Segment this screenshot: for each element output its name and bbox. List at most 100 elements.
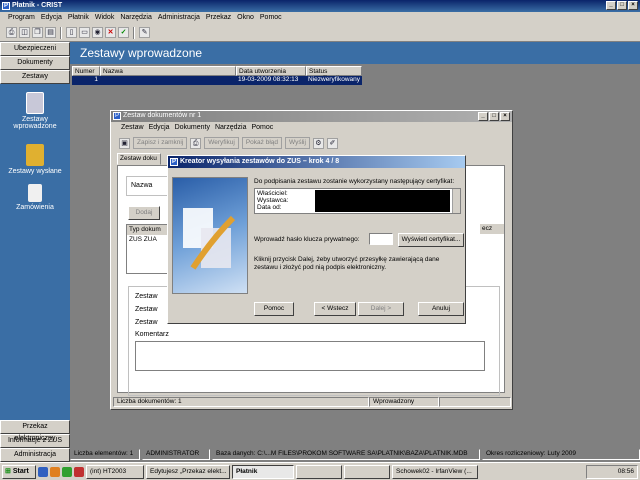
menu-pomoc[interactable]: Pomoc <box>260 14 282 24</box>
paste-icon[interactable]: ▤ <box>45 27 56 38</box>
password-label: Wprowadź hasło klucza prywatnego: <box>254 236 360 243</box>
set-minimize-button[interactable]: _ <box>478 112 488 121</box>
set-menu-dokumenty[interactable]: Dokumenty <box>175 124 210 134</box>
col-data[interactable]: Data utworzenia <box>236 66 306 76</box>
new-icon[interactable]: ▯ <box>66 27 77 38</box>
right-col-header[interactable]: ecz <box>480 224 504 234</box>
show-error-button[interactable]: Pokaż błąd <box>241 137 283 149</box>
set-window-titlebar: P Zestaw dokumentów nr 1 _ □ × <box>111 111 512 122</box>
quicklaunch-icon[interactable] <box>62 466 72 477</box>
cancel-button[interactable]: Anuluj <box>418 302 464 316</box>
firefox-icon[interactable] <box>50 466 60 477</box>
next-button[interactable]: Dalej > <box>358 302 404 316</box>
minimize-button[interactable]: _ <box>606 1 616 10</box>
help-button[interactable]: Pomoc <box>254 302 294 316</box>
save-close-button[interactable]: Zapisz i zamknij <box>133 137 188 149</box>
sidebar-item-zamowienia[interactable]: Zamówienia <box>0 184 70 211</box>
send-button[interactable]: Wyślij <box>285 137 310 149</box>
row-data[interactable]: 19-03-2009 08:32:13 <box>236 76 306 85</box>
opera-icon[interactable] <box>74 466 84 477</box>
menu-program[interactable]: Program <box>8 14 35 24</box>
menu-administracja[interactable]: Administracja <box>158 14 200 24</box>
toolbar-separator <box>133 27 135 39</box>
show-certificate-button[interactable]: Wyświetl certyfikat... <box>398 233 464 247</box>
redacted-block <box>315 190 450 212</box>
menu-okno[interactable]: Okno <box>237 14 254 24</box>
sidebar-dokumenty[interactable]: Dokumenty <box>0 56 70 70</box>
toolbar-separator <box>60 27 62 39</box>
set-menu-edycja[interactable]: Edycja <box>149 124 170 134</box>
edit-icon[interactable]: ✎ <box>139 27 150 38</box>
doc-count: Liczba dokumentów: 1 <box>113 397 369 407</box>
verify-button[interactable]: Weryfikuj <box>204 137 239 149</box>
task-blank-1[interactable] <box>296 464 342 479</box>
maximize-button[interactable]: □ <box>617 1 627 10</box>
certificate-box: Właściciel: Wystawca: Data od: <box>254 188 461 214</box>
task-irfanview[interactable]: Schowek02 - IrfanView (... <box>392 464 478 479</box>
sidebar-przekaz[interactable]: Przekaz elektroniczny <box>0 420 70 442</box>
menu-edycja[interactable]: Edycja <box>41 14 62 24</box>
sidebar-ubezpieczeni[interactable]: Ubezpieczeni <box>0 42 70 56</box>
open-icon[interactable]: ▭ <box>79 27 90 38</box>
col-numer[interactable]: Numer <box>72 66 100 76</box>
back-button[interactable]: < Wstecz <box>314 302 356 316</box>
col-nazwa[interactable]: Nazwa <box>100 66 236 76</box>
preview-icon[interactable]: ◫ <box>19 27 30 38</box>
eraser-icon[interactable]: ✐ <box>326 137 338 149</box>
print-icon[interactable]: ⎙ <box>190 137 202 149</box>
sidebar-item-zestawy-wyslane[interactable]: Zestawy wysłane <box>0 144 70 175</box>
app-statusbar: Liczba elementów: 1 ADMINISTRATOR Baza d… <box>70 448 640 460</box>
view-icon[interactable]: ◉ <box>92 27 103 38</box>
menu-narzedzia[interactable]: Narzędzia <box>120 14 152 24</box>
tools-icon[interactable]: ⚙ <box>312 137 324 149</box>
clock[interactable]: 08:56 <box>618 468 634 475</box>
check-icon[interactable]: ✓ <box>118 27 129 38</box>
desktop-icon[interactable] <box>38 466 48 477</box>
set-menu-zestaw[interactable]: Zestaw <box>121 124 144 134</box>
wizard-intro: Do podpisania zestawu zostanie wykorzyst… <box>254 178 455 185</box>
set-close-button[interactable]: × <box>500 112 510 121</box>
name-label: Nazwa <box>131 182 153 189</box>
set-menu-narzedzia[interactable]: Narzędzia <box>215 124 247 134</box>
add-button[interactable]: Dodaj <box>128 206 160 220</box>
save-icon[interactable]: ▣ <box>119 137 130 149</box>
page-title: Zestawy wprowadzone <box>70 42 640 64</box>
row-status[interactable]: Niezweryfikowany <box>306 76 362 85</box>
comment-label: Komentarz <box>135 331 169 338</box>
status-period: Okres rozliczeniowy: Luty 2009 <box>482 449 640 460</box>
cert-scrollbar[interactable] <box>452 189 460 213</box>
task-platnik[interactable]: Płatnik <box>232 464 294 479</box>
col-status[interactable]: Status weryfikacji <box>306 66 362 82</box>
task-edytujesz[interactable]: Edytujesz „Przekaz elekt... <box>146 464 230 479</box>
app-icon: P <box>2 2 10 10</box>
wizard-titlebar: P Kreator wysyłania zestawów do ZUS – kr… <box>168 156 465 168</box>
delete-icon[interactable]: ✕ <box>105 27 116 38</box>
sidebar-informacje[interactable]: Informacje z ZUS <box>0 434 70 448</box>
set-status-empty <box>439 397 511 407</box>
menu-platnik[interactable]: Płatnik <box>68 14 89 24</box>
row-nazwa[interactable] <box>100 76 236 85</box>
set-menu-pomoc[interactable]: Pomoc <box>252 124 274 134</box>
sidebar-bottom: Przekaz elektroniczny Informacje z ZUS A… <box>0 420 70 462</box>
wizard-icon: P <box>170 158 178 166</box>
close-button[interactable]: × <box>628 1 638 10</box>
copy-icon[interactable]: ❐ <box>32 27 43 38</box>
task-blank-2[interactable] <box>344 464 390 479</box>
sidebar-zestawy[interactable]: Zestawy <box>0 70 70 84</box>
password-input[interactable] <box>369 233 393 245</box>
comment-field[interactable] <box>135 341 485 371</box>
system-tray: 08:56 <box>586 465 638 479</box>
menu-przekaz[interactable]: Przekaz <box>206 14 231 24</box>
set-maximize-button[interactable]: □ <box>489 112 499 121</box>
menu-widok[interactable]: Widok <box>95 14 114 24</box>
start-button[interactable]: ⊞ Start <box>2 464 36 479</box>
sidebar-item-zestawy-wprowadzone[interactable]: Zestawy wprowadzone <box>0 92 70 130</box>
task-ht2003[interactable]: (int) HT2003 <box>86 464 144 479</box>
row-numer[interactable]: 1 <box>72 76 100 85</box>
sidebar-administracja[interactable]: Administracja <box>0 448 70 462</box>
print-icon[interactable]: ⎙ <box>6 27 17 38</box>
zestaw-label-3: Zestaw <box>135 319 158 326</box>
status-count: Liczba elementów: 1 <box>70 449 140 460</box>
tab-zestaw[interactable]: Zestaw doku <box>117 153 161 165</box>
main-toolbar: ⎙ ◫ ❐ ▤ ▯ ▭ ◉ ✕ ✓ ✎ <box>0 24 640 42</box>
